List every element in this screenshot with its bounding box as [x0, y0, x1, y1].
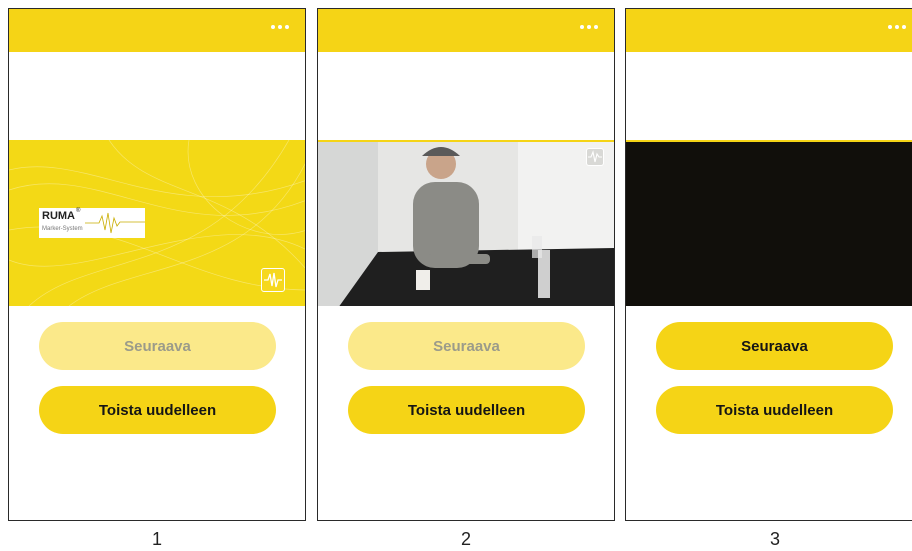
ruma-wave-logo-icon: [261, 268, 285, 292]
top-bar: [318, 9, 614, 52]
logo-registered-mark: ®: [76, 208, 81, 214]
video-frame-man-at-table: [318, 142, 614, 306]
video-player[interactable]: RUMA ® Marker-System: [9, 140, 305, 306]
next-button[interactable]: Seuraava: [348, 322, 585, 370]
logo-text: RUMA: [42, 210, 75, 222]
next-button[interactable]: Seuraava: [39, 322, 276, 370]
screen-caption: 3: [769, 529, 780, 549]
more-menu-icon[interactable]: [271, 22, 291, 32]
ruma-wave-logo-icon: [586, 148, 604, 166]
top-bar: [626, 9, 912, 52]
ruma-logo-card: RUMA ® Marker-System: [39, 208, 145, 238]
phone-screen-1: RUMA ® Marker-System Seuraava Toista uud…: [8, 8, 306, 521]
logo-subtitle: Marker-System: [42, 226, 83, 232]
more-menu-icon[interactable]: [888, 22, 908, 32]
top-bar: [9, 9, 305, 52]
video-player[interactable]: [318, 140, 614, 306]
phone-screen-2: Seuraava Toista uudelleen: [317, 8, 615, 521]
more-menu-icon[interactable]: [580, 22, 600, 32]
phone-screen-3: Seuraava Toista uudelleen: [625, 8, 912, 521]
replay-button[interactable]: Toista uudelleen: [656, 386, 893, 434]
next-button[interactable]: Seuraava: [656, 322, 893, 370]
waveform-icon: [85, 212, 145, 234]
screen-caption: 1: [151, 529, 162, 549]
replay-button[interactable]: Toista uudelleen: [39, 386, 276, 434]
screen-caption: 2: [460, 529, 471, 549]
video-player[interactable]: [626, 140, 912, 306]
replay-button[interactable]: Toista uudelleen: [348, 386, 585, 434]
